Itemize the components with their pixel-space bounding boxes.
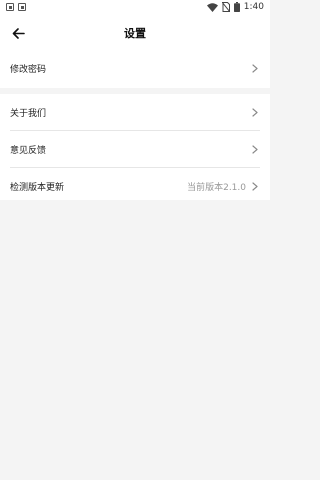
settings-group-app: 关于我们 意见反馈 检测版本更新 当前版本2.1.0 xyxy=(0,94,270,200)
chevron-right-icon xyxy=(250,107,260,117)
feedback-label: 意见反馈 xyxy=(10,145,47,156)
check-update-label: 检测版本更新 xyxy=(10,182,65,193)
about-us-label: 关于我们 xyxy=(10,108,47,119)
battery-icon xyxy=(233,2,240,12)
notification-icon xyxy=(18,3,26,11)
status-bar: 1:40 xyxy=(0,0,270,16)
current-version-text: 当前版本2.1.0 xyxy=(187,182,246,193)
wifi-icon xyxy=(206,2,218,12)
page-title: 设置 xyxy=(124,27,146,40)
feedback-item[interactable]: 意见反馈 xyxy=(0,131,270,167)
notification-icon xyxy=(6,3,14,11)
change-password-item[interactable]: 修改密码 xyxy=(0,50,270,86)
check-update-item[interactable]: 检测版本更新 当前版本2.1.0 xyxy=(0,168,270,204)
status-right: 1:40 xyxy=(206,2,264,12)
chevron-right-icon xyxy=(250,63,260,73)
chevron-right-icon xyxy=(250,181,260,191)
no-sim-icon xyxy=(221,2,230,12)
settings-group-account: 修改密码 xyxy=(0,50,270,88)
app-header: 设置 xyxy=(0,16,270,50)
about-us-item[interactable]: 关于我们 xyxy=(0,94,270,130)
status-left xyxy=(6,3,26,11)
change-password-label: 修改密码 xyxy=(10,64,47,75)
status-time: 1:40 xyxy=(243,2,264,12)
chevron-right-icon xyxy=(250,144,260,154)
